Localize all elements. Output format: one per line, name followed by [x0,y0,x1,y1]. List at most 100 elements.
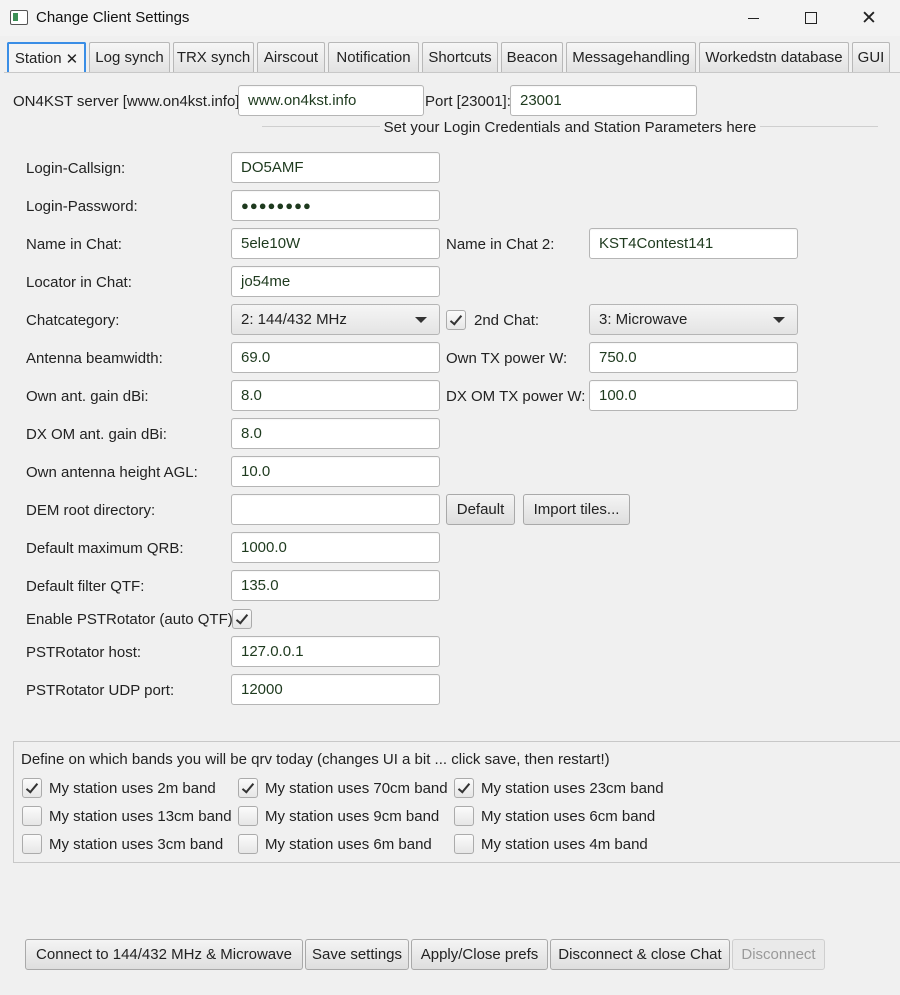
tab-label: Notification [336,49,411,66]
antenna-height-input[interactable]: 10.0 [231,456,440,487]
tab-label: Messagehandling [572,49,690,66]
port-input[interactable]: 23001 [510,85,697,116]
dx-gain-label: DX OM ant. gain dBi: [26,426,167,443]
second-chat-label: 2nd Chat: [474,312,540,329]
minimize-icon [747,17,759,19]
close-icon: ✕ [861,6,877,29]
server-input[interactable]: www.on4kst.info [238,85,424,116]
band-13cm-label: My station uses 13cm band [49,808,232,825]
app-icon [10,10,28,25]
tab-log-synch[interactable]: Log synch [89,42,170,72]
antenna-height-label: Own antenna height AGL: [26,464,198,481]
name-in-chat2-input[interactable]: KST4Contest141 [589,228,798,259]
pstrotator-enable-label: Enable PSTRotator (auto QTF): [26,611,237,628]
save-settings-button[interactable]: Save settings [305,939,409,970]
tab-close-icon[interactable]: ✕ [66,50,79,68]
band-2m-label: My station uses 2m band [49,780,216,797]
import-tiles-button[interactable]: Import tiles... [523,494,630,525]
dx-gain-input[interactable]: 8.0 [231,418,440,449]
close-button[interactable]: ✕ [840,0,898,36]
check-icon [241,779,255,794]
check-icon [25,779,39,794]
tab-label: Beacon [506,49,558,66]
pstrotator-host-input[interactable]: 127.0.0.1 [231,636,440,667]
band-9cm-checkbox[interactable] [238,806,258,826]
band-6m-checkbox[interactable] [238,834,258,854]
chevron-down-icon [415,316,427,323]
tab-shortcuts[interactable]: Shortcuts [422,42,498,72]
band-9cm-label: My station uses 9cm band [265,808,440,825]
name-in-chat-label: Name in Chat: [26,236,122,253]
tab-trx-synch[interactable]: TRX synch [173,42,254,72]
beamwidth-label: Antenna beamwidth: [26,350,163,367]
apply-close-button[interactable]: Apply/Close prefs [411,939,548,970]
own-tx-power-input[interactable]: 750.0 [589,342,798,373]
band-4m-checkbox[interactable] [454,834,474,854]
login-callsign-input[interactable]: DO5AMF [231,152,440,183]
beamwidth-input[interactable]: 69.0 [231,342,440,373]
tab-airscout[interactable]: Airscout [257,42,325,72]
name-in-chat2-label: Name in Chat 2: [446,236,555,253]
check-icon [457,779,471,794]
chatcategory-value: 2: 144/432 MHz [241,311,347,328]
maximize-button[interactable] [782,0,840,36]
window-title: Change Client Settings [36,9,190,26]
check-icon [235,610,249,625]
band-13cm-checkbox[interactable] [22,806,42,826]
dem-dir-label: DEM root directory: [26,502,156,519]
band-6cm-checkbox[interactable] [454,806,474,826]
port-label: Port [23001]: [425,93,511,110]
tab-station[interactable]: Station ✕ [7,42,86,73]
tab-workedstn-database[interactable]: Workedstn database [699,42,849,72]
name-in-chat-input[interactable]: 5ele10W [231,228,440,259]
band-23cm-label: My station uses 23cm band [481,780,664,797]
tab-label: TRX synch [176,49,251,66]
tab-gui[interactable]: GUI [852,42,890,72]
tab-divider [4,72,900,73]
chatcategory-select[interactable]: 2: 144/432 MHz [231,304,440,335]
disconnect-button[interactable]: Disconnect [732,939,825,970]
chevron-down-icon [773,316,785,323]
tab-label: Log synch [95,49,164,66]
login-callsign-label: Login-Callsign: [26,160,126,177]
locator-label: Locator in Chat: [26,274,132,291]
dx-tx-power-label: DX OM TX power W: [446,388,586,405]
own-gain-label: Own ant. gain dBi: [26,388,149,405]
own-tx-power-label: Own TX power W: [446,350,568,367]
login-password-input[interactable]: ●●●●●●●● [231,190,440,221]
maximize-icon [805,12,817,24]
dem-default-button[interactable]: Default [446,494,515,525]
second-chat-select[interactable]: 3: Microwave [589,304,798,335]
band-6cm-label: My station uses 6cm band [481,808,656,825]
filter-qtf-input[interactable]: 135.0 [231,570,440,601]
locator-input[interactable]: jo54me [231,266,440,297]
connect-button[interactable]: Connect to 144/432 MHz & Microwave [25,939,303,970]
tab-beacon[interactable]: Beacon [501,42,563,72]
own-gain-input[interactable]: 8.0 [231,380,440,411]
band-3cm-label: My station uses 3cm band [49,836,224,853]
tab-notification[interactable]: Notification [328,42,419,72]
max-qrb-input[interactable]: 1000.0 [231,532,440,563]
band-70cm-checkbox[interactable] [238,778,258,798]
check-icon [449,311,463,326]
pstrotator-enable-checkbox[interactable] [232,609,252,629]
second-chat-checkbox[interactable] [446,310,466,330]
section-title: Set your Login Credentials and Station P… [262,119,878,136]
band-23cm-checkbox[interactable] [454,778,474,798]
band-3cm-checkbox[interactable] [22,834,42,854]
disconnect-close-chat-button[interactable]: Disconnect & close Chat [550,939,730,970]
tab-messagehandling[interactable]: Messagehandling [566,42,696,72]
max-qrb-label: Default maximum QRB: [26,540,184,557]
section-title-text: Set your Login Credentials and Station P… [379,119,761,136]
tab-label: GUI [857,49,885,66]
server-label: ON4KST server [www.on4kst.info]: [13,93,244,110]
tab-label: Shortcuts [428,49,492,66]
band-4m-label: My station uses 4m band [481,836,648,853]
dem-dir-input[interactable] [231,494,440,525]
dx-tx-power-input[interactable]: 100.0 [589,380,798,411]
band-2m-checkbox[interactable] [22,778,42,798]
pstrotator-port-input[interactable]: 12000 [231,674,440,705]
minimize-button[interactable] [724,0,782,36]
tab-label: Station [14,50,62,67]
tab-label: Airscout [263,49,319,66]
